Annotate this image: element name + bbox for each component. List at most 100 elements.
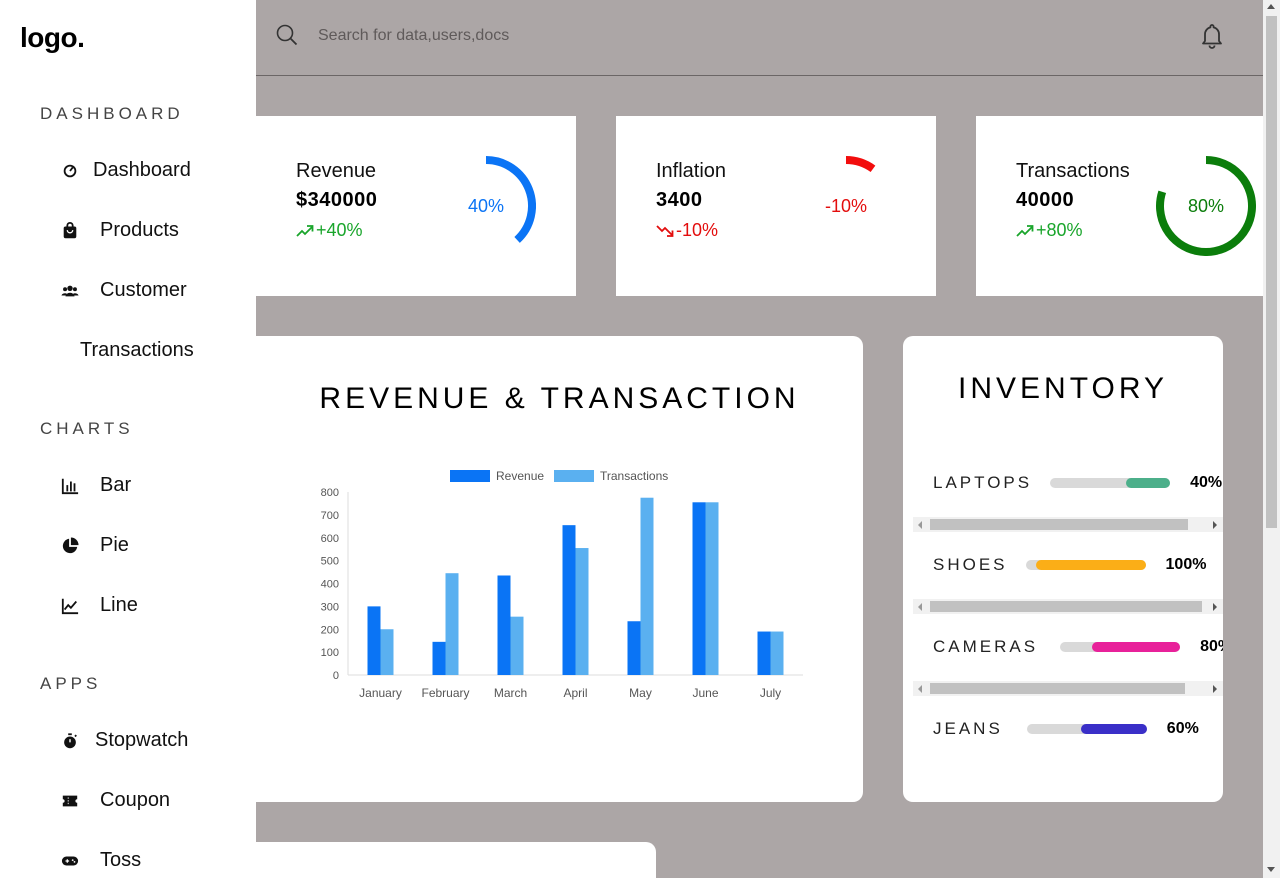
inventory-item-cameras: CAMERAS 80% xyxy=(933,635,1223,659)
gamepad-icon xyxy=(60,851,80,871)
stat-card-revenue: Revenue $340000 +40% 40% xyxy=(256,116,576,296)
x-tick-label: June xyxy=(692,686,718,700)
line-chart-icon xyxy=(60,596,80,616)
people-icon xyxy=(60,281,80,301)
sidebar-item-label: Toss xyxy=(100,849,142,871)
x-tick-label: March xyxy=(494,686,527,700)
bar-chart: 0 100 200 300 400 500 600 700 800 Revenue Transact… xyxy=(321,469,803,700)
bell-icon[interactable] xyxy=(1200,22,1224,55)
inventory-item-name: CAMERAS xyxy=(933,637,1039,656)
x-tick-label: May xyxy=(629,686,652,700)
scroll-up-arrow[interactable] xyxy=(1267,4,1275,9)
horizontal-scrollbar[interactable] xyxy=(913,517,1223,532)
inventory-item-laptops: LAPTOPS 40% xyxy=(933,471,1222,495)
y-tick-label: 700 xyxy=(321,510,339,522)
y-tick-label: 500 xyxy=(321,556,339,568)
inventory-item-shoes: SHOES 100% xyxy=(933,553,1206,577)
card-value: 3400 xyxy=(656,189,703,211)
bar-chart-icon xyxy=(60,476,80,496)
inventory-progress-fill xyxy=(1126,478,1171,488)
section-title-apps: APPS xyxy=(40,674,102,693)
inventory-item-percent: 100% xyxy=(1165,556,1207,573)
x-tick-label: July xyxy=(760,686,781,700)
bar-revenue-july xyxy=(757,631,771,675)
pie-chart-icon xyxy=(60,536,80,556)
bar-transactions-february xyxy=(445,573,459,675)
bar-revenue-february xyxy=(432,641,446,675)
y-tick-label: 600 xyxy=(321,533,339,545)
sidebar-item-transactions[interactable]: Transactions xyxy=(80,339,194,362)
inventory-item-percent: 80% xyxy=(1200,638,1223,655)
card-value: 40000 xyxy=(1016,189,1075,211)
scroll-down-arrow[interactable] xyxy=(1267,867,1275,872)
header-bar xyxy=(256,0,1263,76)
sidebar-item-label: Transactions xyxy=(80,339,194,361)
inventory-panel: INVENTORY LAPTOPS 40% SHOES 100% CAMERAS… xyxy=(903,336,1223,802)
sidebar-item-label: Products xyxy=(100,219,179,241)
y-tick-label: 100 xyxy=(321,647,339,659)
logo: logo. xyxy=(20,22,85,53)
sidebar: logo. DASHBOARD Dashboard Products Custo… xyxy=(0,0,256,878)
sidebar-item-bar[interactable]: Bar xyxy=(60,474,131,497)
bar-revenue-june xyxy=(692,502,706,675)
bar-revenue-april xyxy=(562,525,576,675)
sidebar-item-pie[interactable]: Pie xyxy=(60,534,129,557)
section-title-charts: CHARTS xyxy=(40,419,134,438)
sidebar-item-label: Dashboard xyxy=(93,159,191,181)
section-title-dashboard: DASHBOARD xyxy=(40,104,184,123)
y-tick-label: 400 xyxy=(321,579,339,591)
card-value: $340000 xyxy=(296,189,378,211)
ring-arc xyxy=(845,156,876,173)
stat-card-transactions: Transactions 40000 +80% 80% xyxy=(976,116,1263,296)
sidebar-item-label: Coupon xyxy=(100,789,171,811)
sidebar-item-coupon[interactable]: Coupon xyxy=(60,789,170,812)
search-input[interactable] xyxy=(318,22,918,50)
horizontal-scrollbar[interactable] xyxy=(913,599,1223,614)
vertical-scrollbar[interactable] xyxy=(1263,0,1280,878)
card-change-value: -10% xyxy=(676,220,719,240)
sidebar-item-label: Pie xyxy=(100,534,129,556)
y-tick-label: 800 xyxy=(321,487,339,499)
ring-percent-text: 40% xyxy=(467,196,505,216)
card-label: Inflation xyxy=(656,160,727,182)
inventory-item-percent: 40% xyxy=(1190,474,1223,491)
ring-percent-text: -10% xyxy=(824,196,868,216)
inventory-progress-bar xyxy=(1060,642,1181,652)
y-tick-label: 300 xyxy=(321,601,339,613)
card-change-value: +80% xyxy=(1036,220,1083,240)
inventory-item-name: JEANS xyxy=(933,719,1003,738)
trend-down-icon xyxy=(656,224,674,237)
trend-up-icon xyxy=(1016,224,1034,237)
sidebar-item-label: Stopwatch xyxy=(95,729,189,751)
bar-transactions-june xyxy=(705,502,719,675)
legend-swatch xyxy=(554,470,594,482)
bar-revenue-january xyxy=(367,606,381,675)
bar-transactions-january xyxy=(380,629,394,675)
inventory-item-name: LAPTOPS xyxy=(933,473,1033,492)
inventory-progress-fill xyxy=(1035,560,1146,570)
bar-revenue-may xyxy=(627,621,641,675)
sidebar-item-stopwatch[interactable]: Stopwatch xyxy=(60,729,188,752)
sidebar-item-toss[interactable]: Toss xyxy=(60,849,141,872)
inventory-item-name: SHOES xyxy=(933,555,1008,574)
inventory-progress-bar xyxy=(1025,560,1146,570)
card-label: Revenue xyxy=(296,160,377,182)
sidebar-item-products[interactable]: Products xyxy=(60,219,179,242)
inventory-item-jeans: JEANS 60% xyxy=(933,717,1199,741)
card-change: +80% xyxy=(1016,220,1083,241)
sidebar-item-dashboard[interactable]: Dashboard xyxy=(60,159,191,182)
x-tick-label: February xyxy=(421,686,469,700)
inventory-item-percent: 60% xyxy=(1166,720,1199,737)
inventory-progress-bar xyxy=(1026,724,1147,734)
stopwatch-icon xyxy=(60,731,80,751)
bar-transactions-may xyxy=(640,497,654,675)
scroll-thumb[interactable] xyxy=(1266,16,1277,528)
horizontal-scrollbar[interactable] xyxy=(913,681,1223,696)
legend-swatch xyxy=(450,470,490,482)
coupon-icon xyxy=(60,791,80,811)
sidebar-item-customer[interactable]: Customer xyxy=(60,279,187,302)
sidebar-item-label: Bar xyxy=(100,474,132,496)
search-icon[interactable] xyxy=(276,24,298,51)
sidebar-item-line[interactable]: Line xyxy=(60,594,138,617)
inventory-progress-fill xyxy=(1092,642,1181,652)
